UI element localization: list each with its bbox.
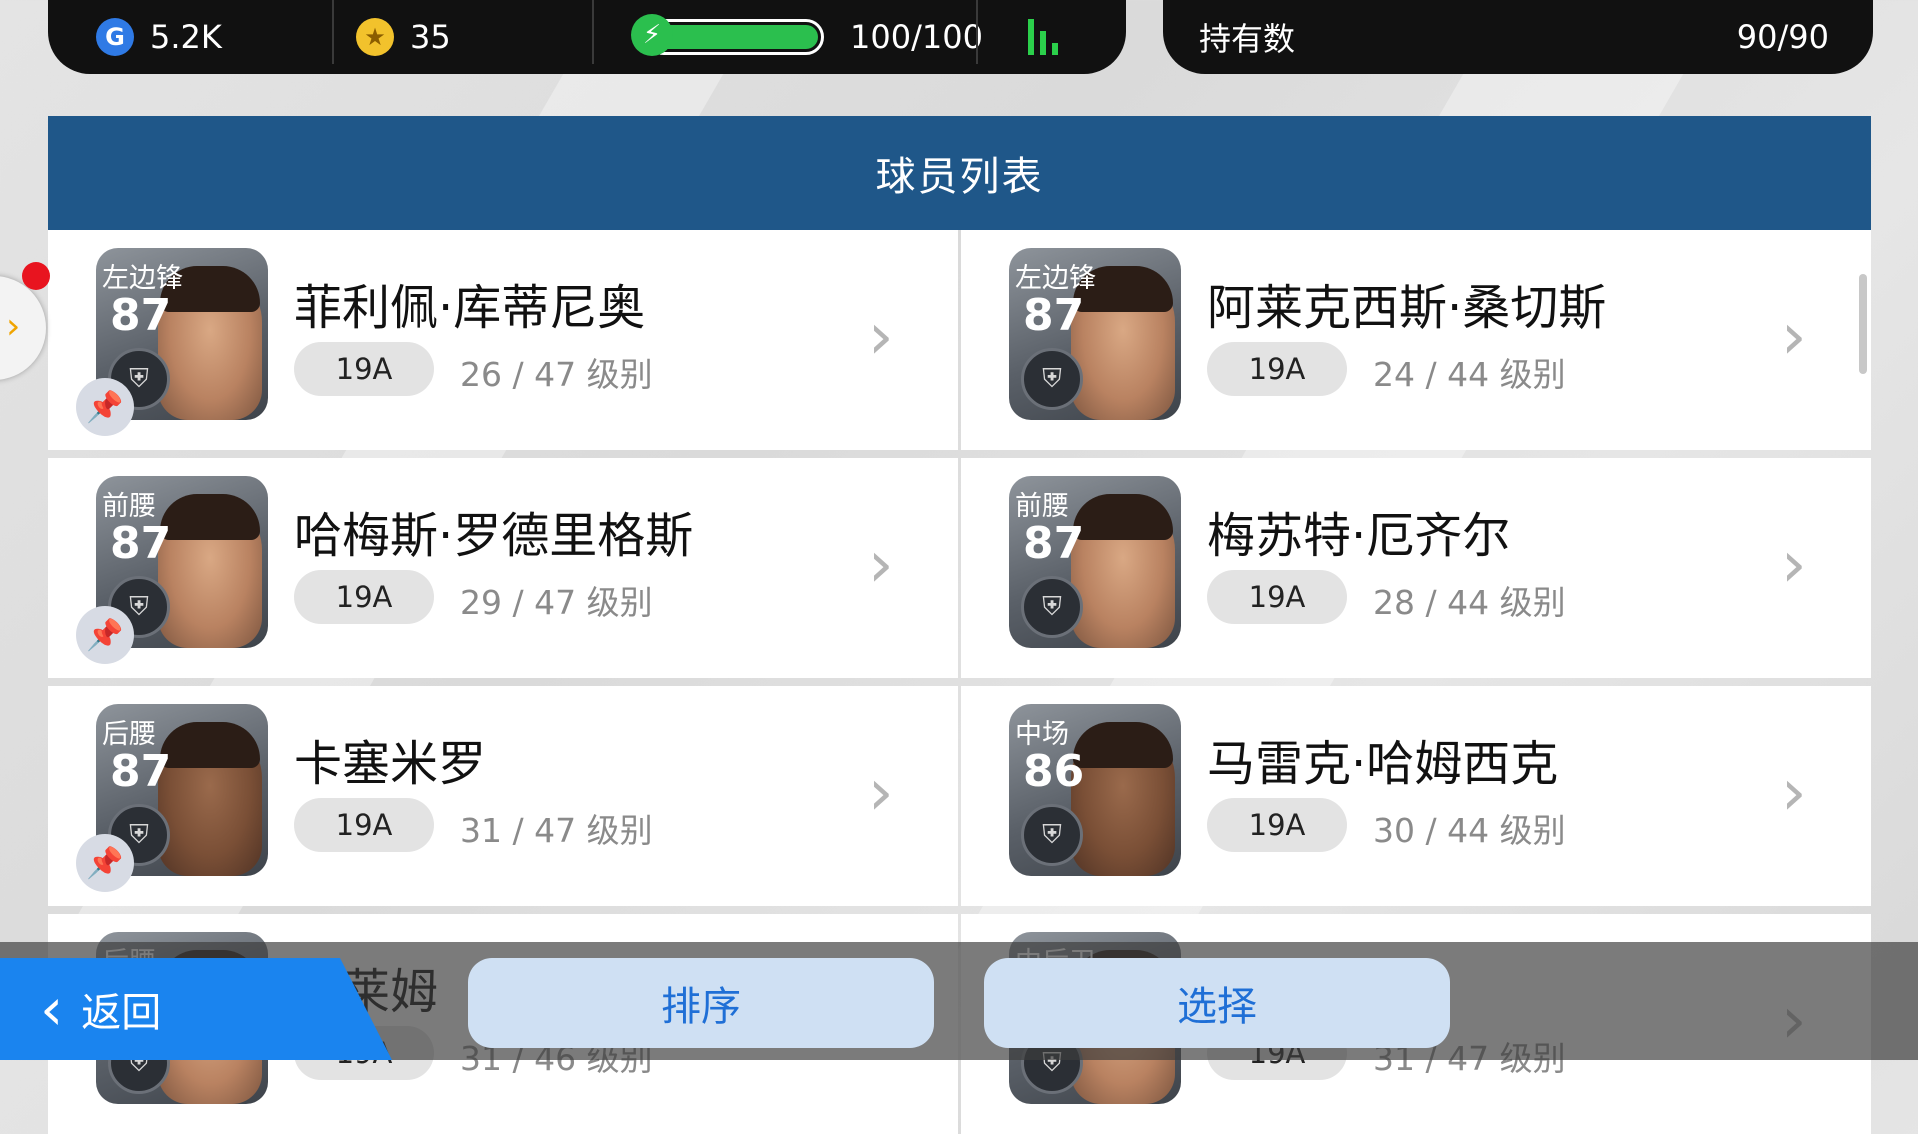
version-badge: 19A bbox=[1207, 798, 1347, 852]
player-card[interactable]: 左边锋 87 ⛨ 阿莱克西斯·桑切斯 19A 24 / 44 级别 › bbox=[961, 230, 1871, 450]
status-bar: G 5.2K ★ 35 ⚡ 100/100 bbox=[48, 0, 1126, 74]
player-level: 26 / 47 级别 bbox=[460, 355, 653, 394]
pin-icon[interactable]: 📌 bbox=[76, 834, 134, 892]
chevron-right-icon[interactable]: › bbox=[868, 528, 894, 602]
club-badge-icon: ⛨ bbox=[1021, 576, 1083, 638]
energy-stat[interactable]: ⚡ 100/100 bbox=[631, 0, 983, 74]
coin-value: 35 bbox=[410, 18, 451, 56]
player-hair bbox=[160, 722, 260, 768]
gp-icon: G bbox=[96, 18, 134, 56]
divider bbox=[592, 0, 594, 64]
player-rating: 87 bbox=[1023, 518, 1085, 569]
chevron-right-icon[interactable]: › bbox=[868, 300, 894, 374]
chevron-right-icon[interactable]: › bbox=[868, 756, 894, 830]
owned-label: 持有数 bbox=[1199, 20, 1296, 58]
version-badge: 19A bbox=[1207, 342, 1347, 396]
player-rating: 87 bbox=[110, 746, 172, 797]
select-button[interactable]: 选择 bbox=[984, 958, 1450, 1048]
player-name: 阿莱克西斯·桑切斯 bbox=[1207, 280, 1607, 336]
gp-value: 5.2K bbox=[150, 18, 222, 56]
player-level: 28 / 44 级别 bbox=[1373, 583, 1566, 622]
player-rating: 87 bbox=[110, 290, 172, 341]
player-hair bbox=[160, 494, 260, 540]
player-name: 哈梅斯·罗德里格斯 bbox=[294, 508, 694, 564]
player-card[interactable]: 中场 86 ⛨ 马雷克·哈姆西克 19A 30 / 44 级别 › bbox=[961, 686, 1871, 906]
energy-value: 100/100 bbox=[850, 18, 983, 56]
chevron-right-icon[interactable]: › bbox=[1781, 528, 1807, 602]
player-name: 梅苏特·厄齐尔 bbox=[1207, 508, 1511, 564]
player-rating: 86 bbox=[1023, 746, 1085, 797]
player-thumbnail: 左边锋 87 ⛨ bbox=[1009, 248, 1181, 420]
player-name: 马雷克·哈姆西克 bbox=[1207, 736, 1559, 792]
energy-bar: ⚡ bbox=[631, 14, 824, 56]
player-level: 30 / 44 级别 bbox=[1373, 811, 1566, 850]
energy-fill bbox=[652, 25, 818, 49]
version-badge: 19A bbox=[294, 342, 434, 396]
player-rating: 87 bbox=[1023, 290, 1085, 341]
signal-icon bbox=[1028, 19, 1058, 55]
page-title: 球员列表 bbox=[48, 116, 1871, 230]
player-level: 29 / 47 级别 bbox=[460, 583, 653, 622]
signal-button[interactable] bbox=[1028, 0, 1058, 74]
gp-stat[interactable]: G 5.2K bbox=[96, 0, 222, 74]
version-badge: 19A bbox=[294, 798, 434, 852]
divider bbox=[976, 0, 978, 64]
chevron-right-icon: › bbox=[6, 306, 21, 347]
player-rating: 87 bbox=[110, 518, 172, 569]
back-button[interactable]: ‹ 返回 bbox=[0, 958, 392, 1060]
player-level: 31 / 47 级别 bbox=[460, 811, 653, 850]
player-card[interactable]: 前腰 87 ⛨ 梅苏特·厄齐尔 19A 28 / 44 级别 › bbox=[961, 458, 1871, 678]
club-badge-icon: ⛨ bbox=[1021, 804, 1083, 866]
divider bbox=[332, 0, 334, 64]
chevron-right-icon[interactable]: › bbox=[1781, 756, 1807, 830]
lightning-icon: ⚡ bbox=[631, 14, 673, 56]
owned-count-bar: 持有数 90/90 bbox=[1163, 0, 1873, 74]
player-card[interactable]: 前腰 87 ⛨ 📌 哈梅斯·罗德里格斯 19A 29 / 47 级别 › bbox=[48, 458, 958, 678]
coin-stat[interactable]: ★ 35 bbox=[356, 0, 451, 74]
owned-value: 90/90 bbox=[1736, 18, 1829, 56]
player-name: 卡塞米罗 bbox=[294, 736, 487, 792]
player-thumbnail: 中场 86 ⛨ bbox=[1009, 704, 1181, 876]
sort-button[interactable]: 排序 bbox=[468, 958, 934, 1048]
pin-icon[interactable]: 📌 bbox=[76, 378, 134, 436]
notification-dot bbox=[22, 262, 50, 290]
club-badge-icon: ⛨ bbox=[1021, 348, 1083, 410]
player-hair bbox=[1073, 722, 1173, 768]
scrollbar[interactable] bbox=[1859, 274, 1867, 374]
player-hair bbox=[1073, 494, 1173, 540]
version-badge: 19A bbox=[1207, 570, 1347, 624]
player-list: 左边锋 87 ⛨ 📌 菲利佩·库蒂尼奥 19A 26 / 47 级别 › 左边锋 87 ⛨ 阿莱克西斯… bbox=[48, 230, 1871, 1134]
player-level: 24 / 44 级别 bbox=[1373, 355, 1566, 394]
player-card[interactable]: 后腰 87 ⛨ 📌 卡塞米罗 19A 31 / 47 级别 › bbox=[48, 686, 958, 906]
version-badge: 19A bbox=[294, 570, 434, 624]
player-name: 菲利佩·库蒂尼奥 bbox=[294, 280, 646, 336]
pin-icon[interactable]: 📌 bbox=[76, 606, 134, 664]
player-card[interactable]: 左边锋 87 ⛨ 📌 菲利佩·库蒂尼奥 19A 26 / 47 级别 › bbox=[48, 230, 958, 450]
player-thumbnail: 前腰 87 ⛨ bbox=[1009, 476, 1181, 648]
coin-icon: ★ bbox=[356, 18, 394, 56]
chevron-left-icon: ‹ bbox=[40, 975, 64, 1043]
chevron-right-icon[interactable]: › bbox=[1781, 300, 1807, 374]
back-label: 返回 bbox=[81, 990, 162, 1036]
